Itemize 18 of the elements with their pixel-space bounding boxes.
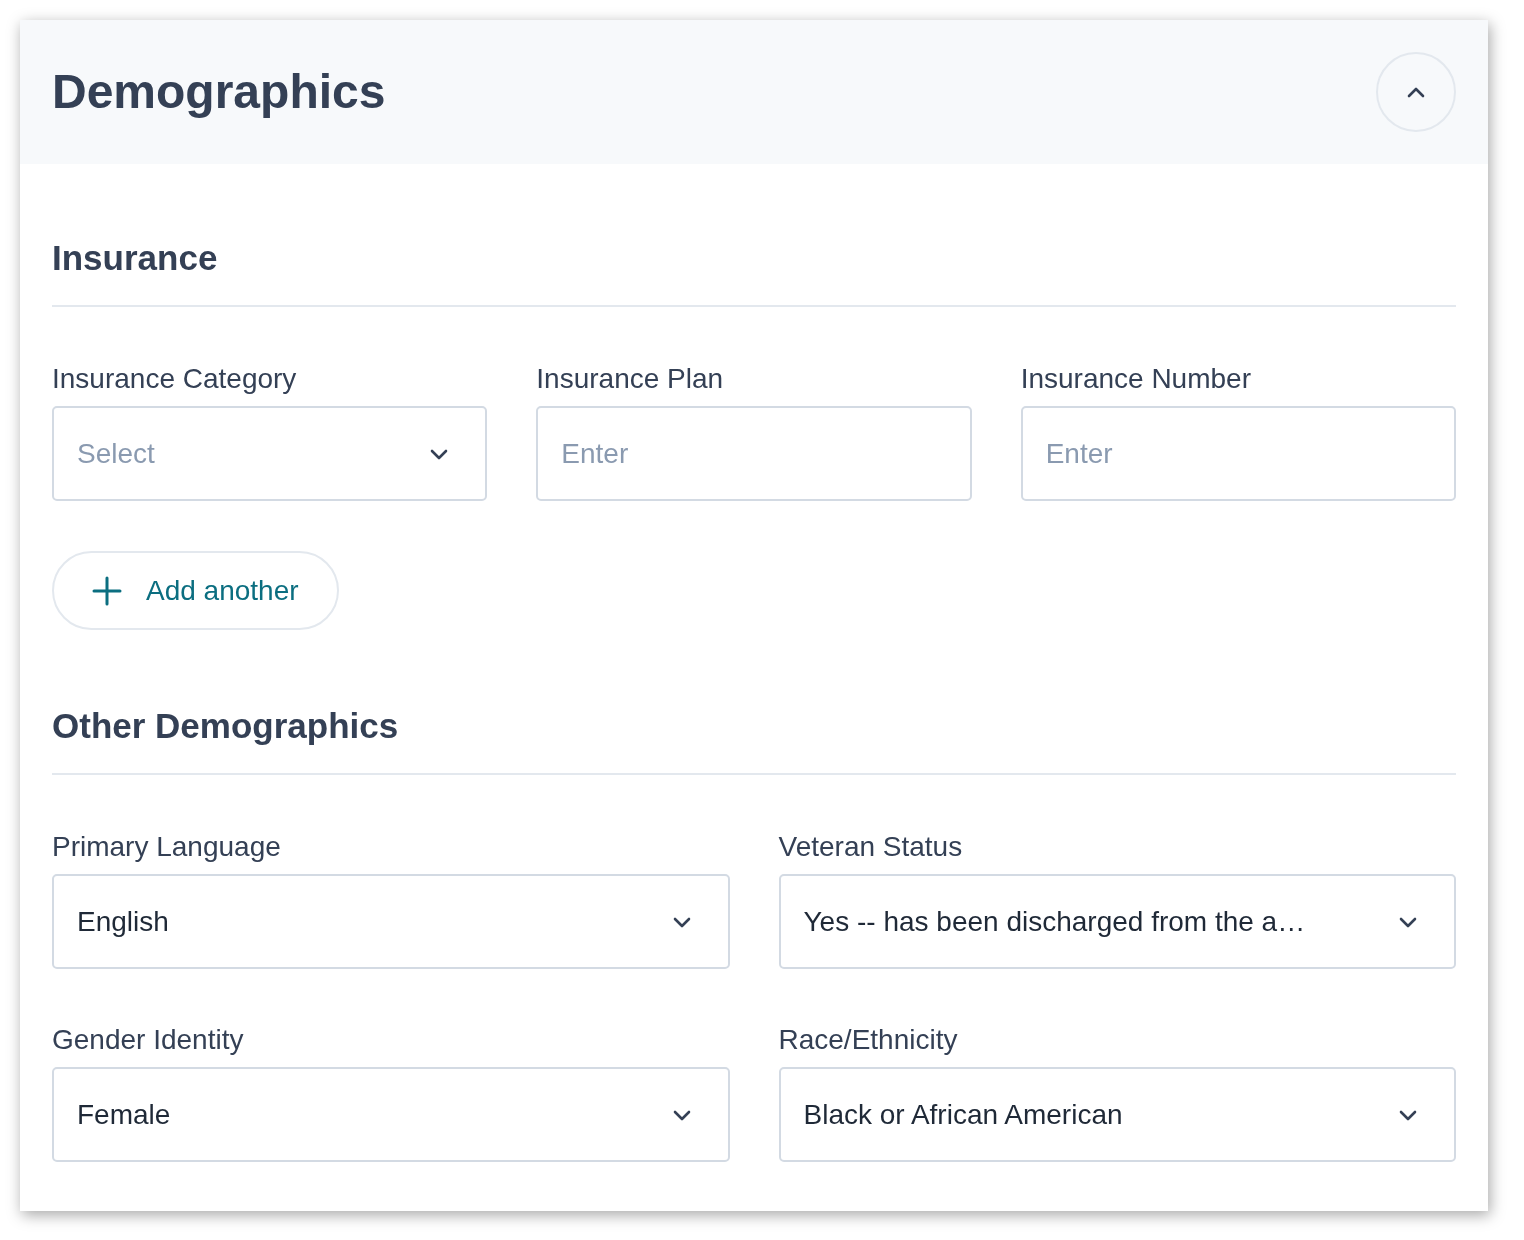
group-heading: Insurance: [52, 237, 219, 279]
field-label: Insurance Category: [52, 362, 298, 396]
field-label: Insurance Number: [1020, 362, 1252, 396]
field-label: Veteran Status: [778, 830, 964, 864]
add-another-button[interactable]: Add another: [52, 551, 339, 630]
dropdown-field[interactable]: Yes -- has been discharged from the a…: [778, 874, 1456, 969]
text-input-field[interactable]: Enter: [1020, 406, 1456, 501]
dropdown-field[interactable]: Black or African American: [778, 1067, 1456, 1162]
dropdown-field[interactable]: Female: [52, 1067, 730, 1162]
field-label: Insurance Plan: [536, 362, 725, 396]
group-heading: Other Demographics: [52, 705, 400, 747]
text-input-field[interactable]: Enter: [536, 406, 972, 501]
field-label: Primary Language: [52, 830, 282, 864]
section-title: Demographics: [52, 68, 386, 116]
dropdown-field[interactable]: English: [52, 874, 730, 969]
plus-icon: [92, 575, 122, 606]
field-label: Race/Ethnicity: [778, 1023, 959, 1057]
field-label: Gender Identity: [52, 1023, 245, 1057]
